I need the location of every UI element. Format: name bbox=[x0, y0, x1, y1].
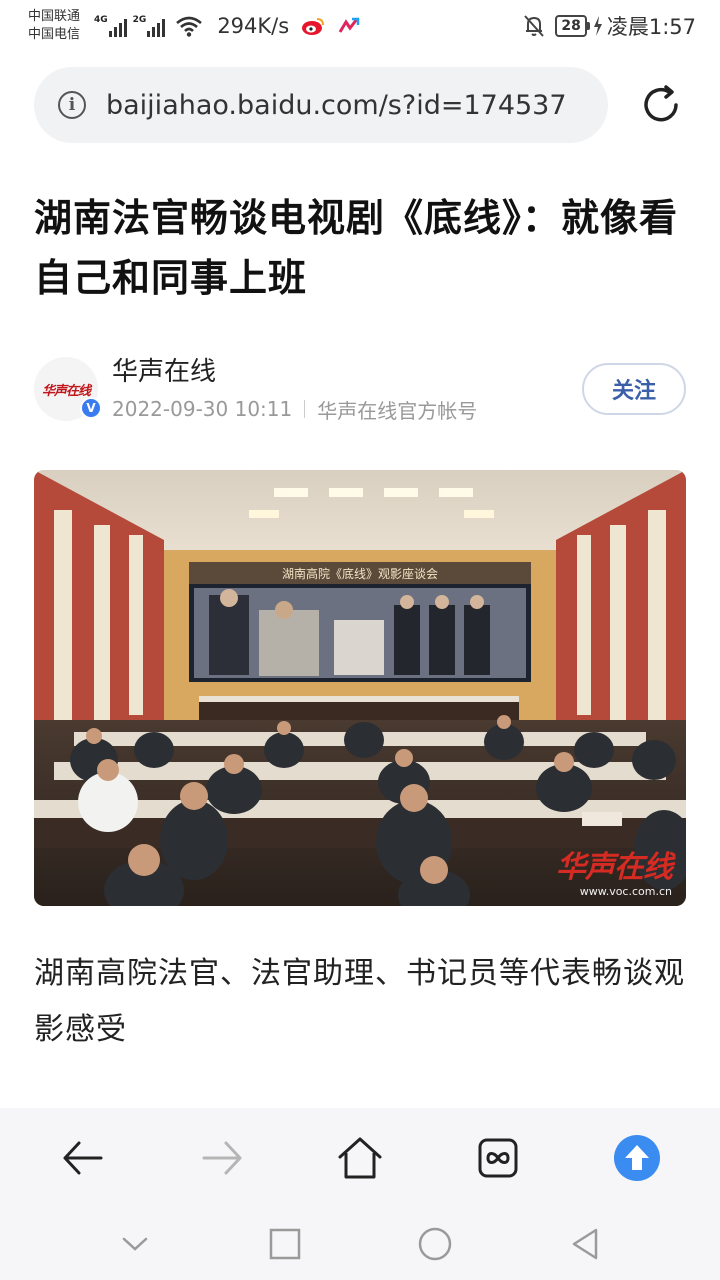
system-home-button[interactable] bbox=[400, 1209, 470, 1279]
forward-button[interactable] bbox=[187, 1123, 257, 1193]
signal-icon-sim2: 2G bbox=[133, 15, 166, 37]
recents-button[interactable] bbox=[250, 1209, 320, 1279]
charging-bolt-icon bbox=[593, 16, 602, 36]
collapse-button[interactable] bbox=[100, 1209, 170, 1279]
wifi-icon bbox=[176, 16, 203, 37]
system-back-button[interactable] bbox=[550, 1209, 620, 1279]
scroll-top-icon bbox=[613, 1135, 660, 1181]
author-meta: 华声在线 2022-09-30 10:11 华声在线官方帐号 bbox=[112, 355, 477, 424]
scroll-top-button[interactable] bbox=[602, 1123, 672, 1193]
browser-toolbar bbox=[0, 1108, 720, 1208]
carrier-2: 中国电信 bbox=[28, 27, 81, 42]
address-bar[interactable]: i baijiahao.baidu.com/s?id=174537 bbox=[34, 67, 608, 143]
info-icon[interactable]: i bbox=[58, 91, 86, 119]
reload-icon bbox=[644, 85, 678, 122]
carrier-1: 中国联通 bbox=[28, 9, 81, 24]
article-paragraph: 湖南高院法官、法官助理、书记员等代表畅谈观影感受 bbox=[34, 956, 685, 1047]
url-text[interactable]: baijiahao.baidu.com/s?id=174537 bbox=[106, 90, 567, 121]
article-photo[interactable]: 湖南高院《底线》观影座谈会 华声在线 www.voc.com.cn bbox=[34, 470, 686, 906]
collapse-icon bbox=[122, 1237, 148, 1251]
back-triangle-icon bbox=[572, 1228, 598, 1260]
tabs-icon bbox=[478, 1138, 518, 1178]
mute-bell-icon bbox=[524, 15, 545, 37]
status-bar: 中国联通 中国电信 4G 2G 294K/s 28 凌晨1:57 bbox=[0, 0, 720, 52]
network-speed: 294K/s bbox=[217, 14, 290, 38]
sim2-network-tag: 2G bbox=[132, 15, 147, 25]
avatar[interactable]: 华声在线 V bbox=[34, 357, 102, 421]
address-bar-row: i baijiahao.baidu.com/s?id=174537 bbox=[34, 66, 686, 144]
system-navigation-bar bbox=[0, 1208, 720, 1280]
notification-app-icon bbox=[338, 17, 360, 33]
banner-text: 湖南高院《底线》观影座谈会 bbox=[282, 566, 438, 581]
verified-badge-icon: V bbox=[80, 397, 102, 419]
watermark-url: www.voc.com.cn bbox=[579, 885, 672, 898]
meta-divider bbox=[304, 400, 306, 418]
avatar-logo: 华声在线 bbox=[41, 383, 91, 399]
back-button[interactable] bbox=[48, 1123, 118, 1193]
battery-icon: 28 bbox=[555, 15, 591, 37]
home-circle-icon bbox=[418, 1227, 452, 1261]
carrier-labels: 中国联通 中国电信 bbox=[28, 8, 92, 44]
tabs-button[interactable] bbox=[463, 1123, 533, 1193]
sim1-network-tag: 4G bbox=[94, 15, 108, 25]
weibo-icon bbox=[302, 18, 325, 35]
signal-icon-sim1: 4G bbox=[94, 15, 127, 37]
home-icon bbox=[338, 1137, 382, 1179]
photo-watermark: 华声在线 www.voc.com.cn bbox=[556, 850, 673, 899]
clock: 凌晨1:57 bbox=[606, 15, 696, 39]
home-button[interactable] bbox=[325, 1123, 395, 1193]
account-type: 华声在线官方帐号 bbox=[317, 398, 478, 423]
author-row: 华声在线 V 华声在线 2022-09-30 10:11 华声在线官方帐号 关注 bbox=[34, 352, 686, 426]
author-name[interactable]: 华声在线 bbox=[112, 355, 477, 389]
publish-datetime: 2022-09-30 10:11 bbox=[112, 397, 293, 421]
reload-button[interactable] bbox=[636, 80, 686, 130]
meeting-room-image: 湖南高院《底线》观影座谈会 bbox=[34, 470, 686, 906]
back-arrow-icon bbox=[63, 1141, 103, 1175]
forward-arrow-icon bbox=[202, 1141, 242, 1175]
follow-button[interactable]: 关注 bbox=[582, 363, 686, 415]
watermark-logo: 华声在线 bbox=[556, 850, 673, 885]
recents-icon bbox=[269, 1228, 301, 1260]
publish-info: 2022-09-30 10:11 华声在线官方帐号 bbox=[112, 395, 477, 424]
article-title: 湖南法官畅谈电视剧《底线》：就像看自己和同事上班 bbox=[34, 196, 679, 300]
